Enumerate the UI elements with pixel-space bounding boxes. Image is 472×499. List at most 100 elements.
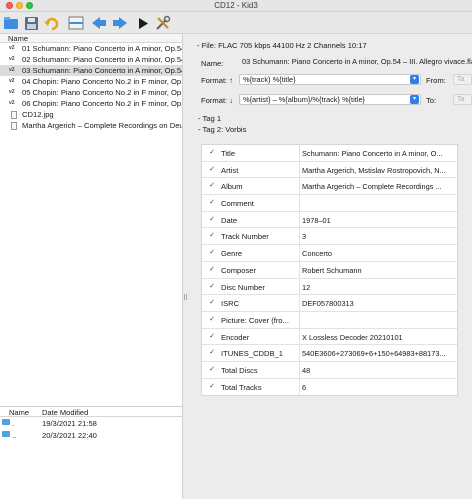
tag-version-badge: v2 — [9, 56, 15, 62]
filter-icon — [68, 16, 84, 30]
save-icon — [24, 16, 38, 30]
tag-field-value[interactable]: Schumann: Piano Concerto in A minor, O..… — [302, 149, 457, 158]
tag-field-value[interactable]: X Lossless Decoder 20210101 — [302, 333, 457, 342]
tag-field-name: ISRC — [221, 299, 240, 309]
file-list-item[interactable]: Martha Argerich – Complete Recordings on… — [0, 120, 182, 131]
filename-field[interactable]: 03 Schumann: Piano Concerto in A minor, … — [239, 57, 472, 68]
document-icon — [11, 111, 17, 119]
dir-name-column-header[interactable]: Name — [9, 408, 29, 417]
toolbar — [0, 12, 472, 34]
to-label: To: — [426, 96, 437, 105]
tag-field-name: Picture: Cover (fro... — [221, 315, 289, 325]
tag2-section-toggle[interactable]: - Tag 2: Vorbis — [198, 125, 246, 134]
tag-field-value[interactable]: Martha Argerich – Complete Recordings ..… — [302, 182, 457, 191]
field-enabled-checkbox[interactable]: ✓ — [208, 299, 216, 307]
tag-field-row[interactable]: ✓ Track Number 3 — [202, 228, 457, 246]
open-folder-icon — [4, 17, 18, 29]
file-list-item[interactable]: v2 05 Chopin: Piano Concerto No.2 in F mi… — [0, 87, 182, 98]
tag-field-row[interactable]: ✓ Artist Martha Argerich, Mstislav Rostrop… — [202, 162, 457, 179]
field-enabled-checkbox[interactable]: ✓ — [208, 216, 216, 224]
field-enabled-checkbox[interactable]: ✓ — [208, 283, 216, 291]
tag-field-value[interactable]: Robert Schumann — [302, 266, 457, 275]
play-button[interactable] — [134, 14, 152, 32]
field-enabled-checkbox[interactable]: ✓ — [208, 182, 216, 190]
directory-list-item[interactable]: .. 20/3/2021 22:40 — [0, 429, 182, 441]
directory-date: 20/3/2021 22:40 — [42, 431, 97, 440]
tag-field-value[interactable]: 540E3606+273069+6+150+64983+88173... — [302, 349, 457, 358]
tag-field-value[interactable]: Martha Argerich, Mstislav Rostropovich, … — [302, 166, 457, 175]
tag-field-row[interactable]: ✓ Album Martha Argerich – Complete Recordi… — [202, 178, 457, 196]
file-list-item[interactable]: v2 01 Schumann: Piano Concerto in A minor… — [0, 43, 182, 54]
dir-date-column-header[interactable]: Date Modified — [42, 408, 88, 417]
tag-field-row[interactable]: ✓ Comment — [202, 195, 457, 212]
tag-field-row[interactable]: ✓ Total Discs 48 — [202, 362, 457, 379]
file-name: 02 Schumann: Piano Concerto in A minor, … — [22, 55, 182, 64]
file-list-item[interactable]: v2 03 Schumann: Piano Concerto in A minor… — [0, 65, 182, 76]
field-enabled-checkbox[interactable]: ✓ — [208, 166, 216, 174]
tag-field-name: Disc Number — [221, 282, 265, 292]
field-enabled-checkbox[interactable]: ✓ — [208, 149, 216, 157]
tag-field-row[interactable]: ✓ Disc Number 12 — [202, 279, 457, 296]
tag-field-name: Encoder — [221, 332, 250, 342]
directory-list-header: Name Date Modified — [0, 407, 182, 417]
next-file-button[interactable] — [111, 14, 129, 32]
directory-date: 19/3/2021 21:58 — [42, 419, 97, 428]
open-folder-button[interactable] — [2, 14, 20, 32]
file-list-item[interactable]: v2 02 Schumann: Piano Concerto in A minor… — [0, 54, 182, 65]
directory-name: . — [12, 419, 15, 428]
tag-field-row[interactable]: ✓ Total Tracks 6 — [202, 379, 457, 396]
format-up-combo[interactable]: %{track} %{title} — [239, 74, 421, 85]
field-enabled-checkbox[interactable]: ✓ — [208, 316, 216, 324]
field-enabled-checkbox[interactable]: ✓ — [208, 383, 216, 391]
tag-field-row[interactable]: ✓ Composer Robert Schumann — [202, 262, 457, 279]
tag-field-value[interactable]: DEF057800313 — [302, 299, 457, 308]
tag-field-value[interactable]: 3 — [302, 232, 457, 241]
save-button[interactable] — [22, 14, 40, 32]
tag-field-name: Artist — [221, 165, 239, 175]
tag-field-value[interactable]: Concerto — [302, 249, 457, 258]
tag1-section-toggle[interactable]: - Tag 1 — [198, 114, 221, 123]
filter-button[interactable] — [67, 14, 85, 32]
tag-field-value[interactable]: 1978–01 — [302, 216, 457, 225]
tag2-fields-table: ✓ Title Schumann: Piano Concerto in A mino… — [201, 144, 458, 397]
file-list-item[interactable]: CD12.jpg — [0, 109, 182, 120]
tag-field-row[interactable]: ✓ Genre Concerto — [202, 245, 457, 262]
format-down-combo[interactable]: %{artist} – %{album}/%{track} %{title} — [239, 94, 421, 105]
tag-version-badge: v2 — [9, 78, 15, 84]
tag-field-name: Album — [221, 182, 243, 192]
from-combo[interactable]: Ta — [453, 74, 472, 85]
file-list-item[interactable]: v2 06 Chopin: Piano Concerto No.2 in F mi… — [0, 98, 182, 109]
settings-tools-button[interactable] — [154, 14, 172, 32]
tag-field-value[interactable]: 6 — [302, 383, 457, 392]
to-combo[interactable]: Ta — [453, 94, 472, 105]
tag-field-row[interactable]: ✓ Date 1978–01 — [202, 212, 457, 229]
tag-field-row[interactable]: ✓ Encoder X Lossless Decoder 20210101 — [202, 329, 457, 346]
directory-name: .. — [12, 431, 17, 440]
settings-tools-icon — [156, 15, 171, 30]
tag-field-row[interactable]: ✓ Title Schumann: Piano Concerto in A mino… — [202, 145, 457, 162]
field-enabled-checkbox[interactable]: ✓ — [208, 349, 216, 357]
tag-version-badge: v2 — [9, 67, 15, 73]
field-enabled-checkbox[interactable]: ✓ — [208, 199, 216, 207]
field-enabled-checkbox[interactable]: ✓ — [208, 232, 216, 240]
field-enabled-checkbox[interactable]: ✓ — [208, 333, 216, 341]
format-down-dropdown-icon[interactable]: ▾ — [410, 95, 419, 104]
file-list-item[interactable]: v2 04 Chopin: Piano Concerto No.2 in F mi… — [0, 76, 182, 87]
field-enabled-checkbox[interactable]: ✓ — [208, 366, 216, 374]
tag-field-row[interactable]: ✓ ISRC DEF057800313 — [202, 295, 457, 312]
tag-field-row[interactable]: ✓ ITUNES_CDDB_1 540E3606+273069+6+150+6498… — [202, 345, 457, 362]
format-up-dropdown-icon[interactable]: ▾ — [410, 75, 419, 84]
tag-field-value[interactable]: 48 — [302, 366, 457, 375]
directory-list-item[interactable]: . 19/3/2021 21:58 — [0, 417, 182, 429]
window-title: CD12 - Kid3 — [214, 1, 258, 10]
revert-button[interactable] — [42, 14, 60, 32]
tag-field-name: Comment — [221, 199, 254, 209]
previous-file-button[interactable] — [90, 14, 108, 32]
tag-field-name: Date — [221, 215, 238, 225]
file-list-header[interactable]: Name — [0, 34, 182, 43]
field-enabled-checkbox[interactable]: ✓ — [208, 249, 216, 257]
tag-field-value[interactable]: 12 — [302, 283, 457, 292]
field-enabled-checkbox[interactable]: ✓ — [208, 266, 216, 274]
tag-field-row[interactable]: ✓ Picture: Cover (fro... — [202, 312, 457, 329]
file-info-heading[interactable]: - File: FLAC 705 kbps 44100 Hz 2 Channel… — [197, 41, 367, 50]
